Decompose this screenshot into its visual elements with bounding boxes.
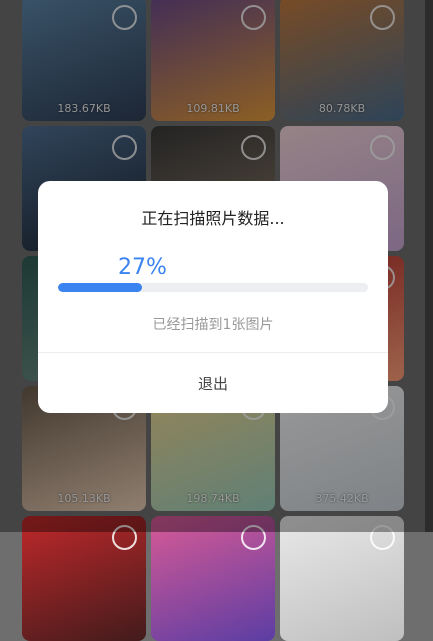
dialog-title: 正在扫描照片数据... [141, 209, 285, 228]
photo-tile[interactable] [151, 516, 275, 641]
photo-tile[interactable] [22, 516, 146, 641]
progress-percent: 27% [118, 255, 167, 280]
scan-status: 已经扫描到1张图片 [152, 317, 274, 333]
photo-tile[interactable] [280, 516, 404, 641]
progress-bar-fill [58, 283, 142, 292]
exit-button[interactable]: 退出 [38, 353, 388, 413]
progress-bar [58, 283, 368, 292]
scan-dialog: 正在扫描照片数据... 27% 已经扫描到1张图片 退出 [38, 181, 388, 413]
